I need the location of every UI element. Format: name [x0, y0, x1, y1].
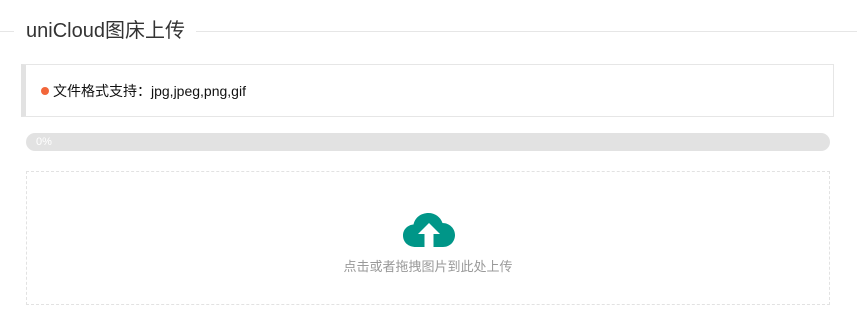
upload-progress-bar: 0%	[26, 133, 830, 151]
file-format-tip: 文件格式支持：jpg,jpeg,png,gif	[21, 64, 834, 117]
upload-drop-zone[interactable]: 点击或者拖拽图片到此处上传	[26, 171, 830, 305]
cloud-upload-icon	[403, 213, 455, 247]
upload-progress-label: 0%	[36, 136, 52, 148]
title-divider-left	[0, 31, 14, 32]
upload-page: uniCloud图床上传 文件格式支持：jpg,jpeg,png,gif 0% …	[0, 0, 857, 336]
title-divider-right	[196, 31, 857, 32]
upload-hint-text: 点击或者拖拽图片到此处上传	[343, 259, 513, 274]
file-format-tip-text: 文件格式支持：jpg,jpeg,png,gif	[53, 83, 246, 99]
bullet-dot-icon	[41, 87, 49, 95]
page-title: uniCloud图床上传	[26, 20, 185, 42]
